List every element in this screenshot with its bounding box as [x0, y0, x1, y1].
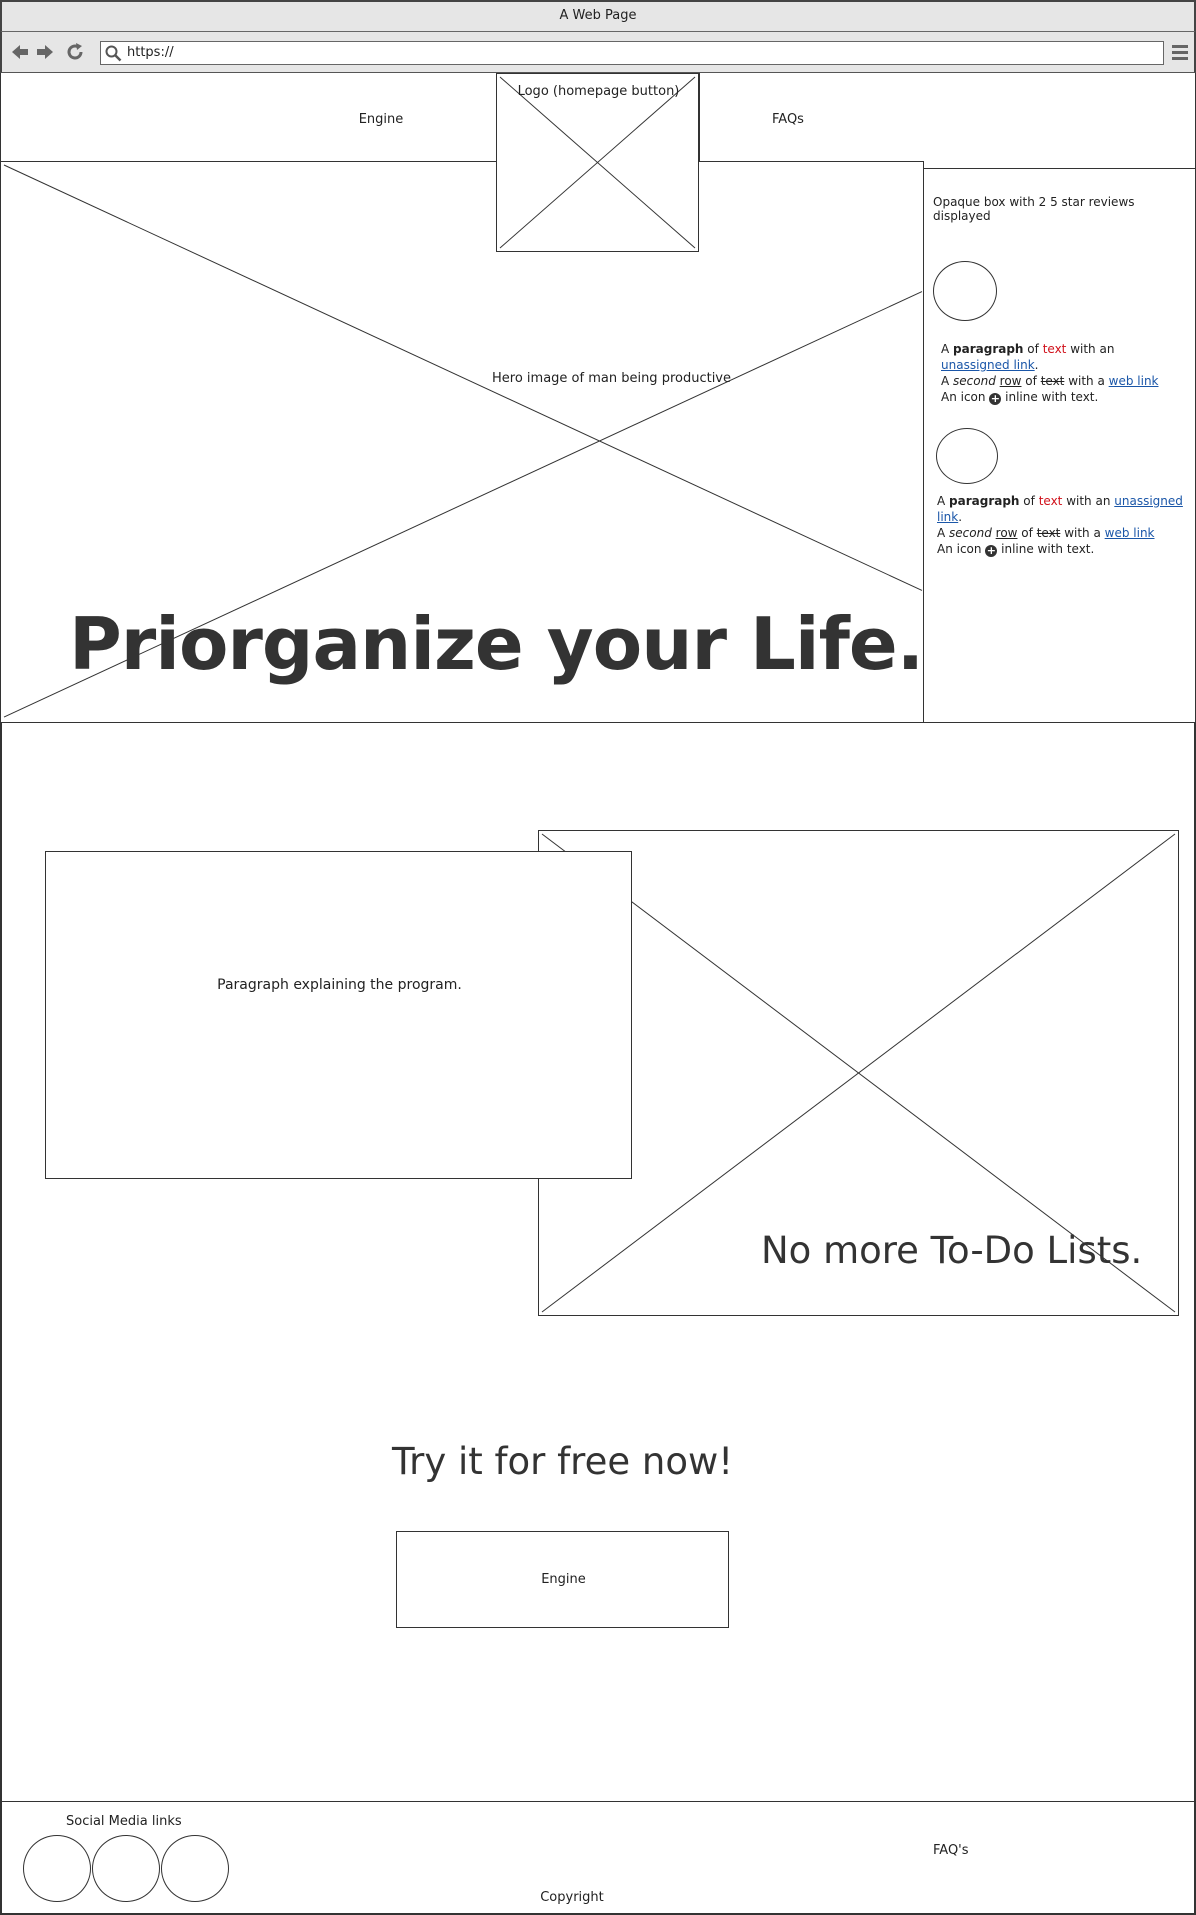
social-media-label: Social Media links — [66, 1814, 182, 1829]
program-image: No more To-Do Lists. — [538, 830, 1179, 1316]
search-icon — [105, 45, 122, 62]
web-link[interactable]: web link — [1109, 374, 1159, 388]
window-title: A Web Page — [0, 0, 1196, 32]
review-text: A paragraph of text with an unassigned l… — [941, 342, 1159, 405]
reviews-title: Opaque box with 2 5 star reviews display… — [933, 195, 1135, 223]
back-arrow-icon[interactable] — [10, 42, 30, 62]
nav-faqs-label: FAQs — [772, 112, 804, 127]
plus-circle-icon: + — [989, 392, 1002, 405]
program-image-caption: No more To-Do Lists. — [761, 1229, 1143, 1272]
forward-arrow-icon[interactable] — [35, 42, 55, 62]
reviewer-avatar — [936, 428, 998, 484]
review-text: A paragraph of text with an unassigned l… — [937, 494, 1183, 557]
program-paragraph-box: Paragraph explaining the program. — [45, 851, 632, 1179]
footer-divider — [1, 1801, 1194, 1802]
logo-label: Logo (homepage button) — [517, 84, 680, 99]
address-bar[interactable]: https:// — [100, 41, 1164, 65]
url-text[interactable]: https:// — [127, 42, 174, 64]
cta-heading: Try it for free now! — [391, 1440, 734, 1483]
plus-circle-icon: + — [985, 544, 998, 557]
hero-image-label: Hero image of man being productive — [492, 371, 731, 386]
cta-button-label: Engine — [541, 1572, 586, 1587]
cta-engine-button[interactable]: Engine — [396, 1531, 729, 1628]
logo-homepage-button[interactable]: Logo (homepage button) — [496, 73, 699, 252]
unassigned-link[interactable]: unassigned link — [941, 358, 1035, 372]
footer-faq-link[interactable]: FAQ's — [933, 1843, 969, 1858]
web-link[interactable]: web link — [1105, 526, 1155, 540]
browser-toolbar: https:// — [0, 32, 1196, 73]
reload-icon[interactable] — [65, 42, 85, 62]
hamburger-menu-icon[interactable] — [1172, 42, 1188, 62]
hero-image: Hero image of man being productive Prior… — [1, 161, 924, 723]
copyright-text: Copyright — [540, 1890, 604, 1905]
logo-placeholder-icon — [499, 76, 696, 249]
hero-headline: Priorganize your Life. — [69, 602, 924, 686]
reviewer-avatar — [933, 261, 997, 321]
nav-faqs-link[interactable]: FAQs — [699, 73, 1195, 169]
reviews-panel: Opaque box with 2 5 star reviews display… — [923, 168, 1195, 723]
nav-engine-link[interactable]: Engine — [1, 73, 497, 162]
program-paragraph: Paragraph explaining the program. — [217, 977, 462, 993]
